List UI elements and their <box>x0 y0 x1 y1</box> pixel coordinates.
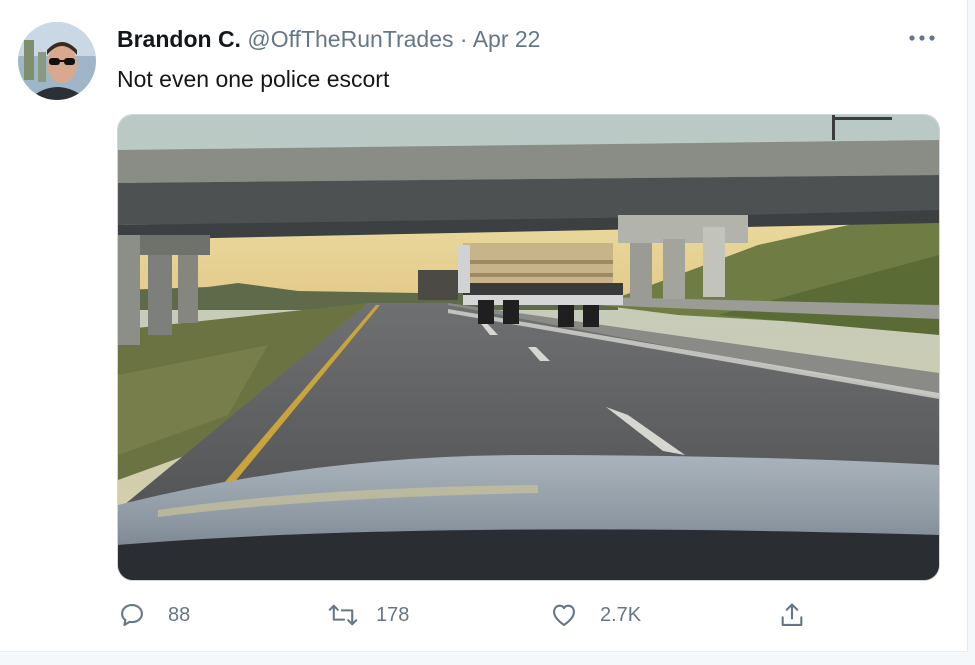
reply-icon <box>118 601 146 629</box>
tweet-card[interactable]: Brandon C. @OffTheRunTrades · Apr 22 Not… <box>0 0 968 652</box>
retweet-button[interactable]: 178 <box>328 597 409 633</box>
reply-count: 88 <box>168 603 191 626</box>
user-handle[interactable]: @OffTheRunTrades <box>247 26 453 52</box>
tweet-text: Not even one police escort <box>117 66 390 92</box>
reply-button[interactable]: 88 <box>118 597 190 633</box>
retweet-count: 178 <box>376 603 410 626</box>
avatar-photo <box>18 22 96 100</box>
more-horizontal-icon[interactable] <box>906 28 938 48</box>
share-button[interactable] <box>778 597 806 633</box>
tweet-actions: 88 178 2.7K <box>0 597 967 637</box>
tweet-header: Brandon C. @OffTheRunTrades · Apr 22 <box>117 24 540 54</box>
retweet-icon <box>328 601 358 629</box>
avatar[interactable] <box>18 22 96 100</box>
highway-truck-photo <box>118 115 939 580</box>
display-name[interactable]: Brandon C. <box>117 26 241 52</box>
separator-dot: · <box>459 26 468 52</box>
share-icon <box>778 601 806 629</box>
tweet-photo[interactable] <box>117 114 940 581</box>
like-count: 2.7K <box>600 603 642 626</box>
tweet-date[interactable]: Apr 22 <box>473 26 541 52</box>
like-button[interactable]: 2.7K <box>550 597 641 633</box>
heart-icon <box>550 601 578 629</box>
